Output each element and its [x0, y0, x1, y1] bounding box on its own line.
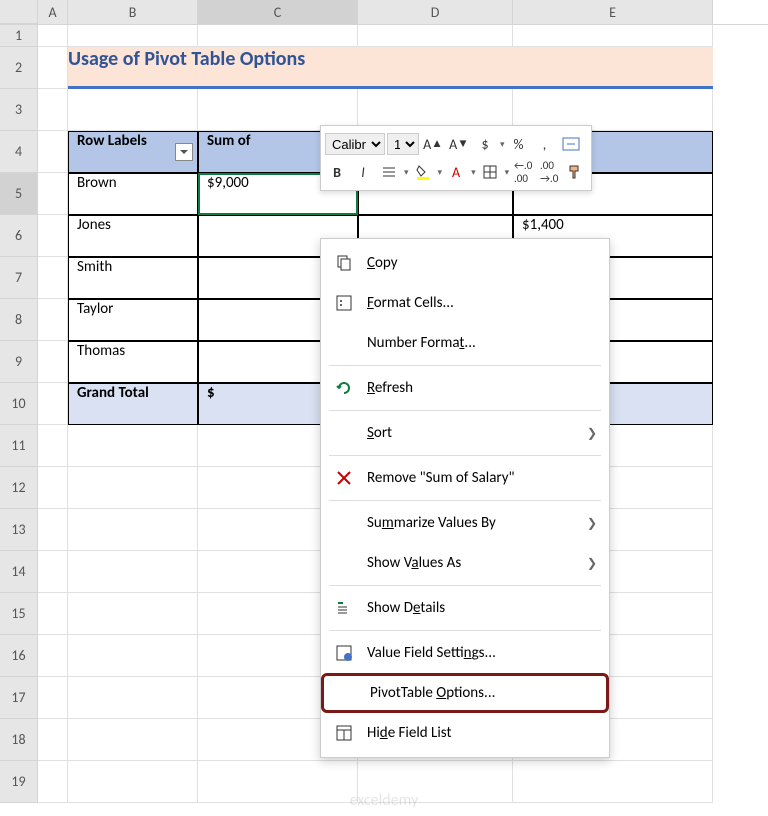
menu-remove[interactable]: Remove "Sum of Salary": [321, 458, 609, 498]
row-header-6[interactable]: 6: [0, 215, 38, 257]
hide-field-icon: [331, 720, 357, 746]
filter-dropdown-icon[interactable]: [175, 143, 193, 161]
pivot-label-brown[interactable]: Brown: [68, 173, 198, 215]
font-select[interactable]: Calibri: [325, 133, 385, 155]
increase-decimal-icon[interactable]: ←.0.00: [511, 160, 535, 184]
col-header-c[interactable]: C: [198, 0, 358, 24]
grand-total-label[interactable]: Grand Total: [68, 383, 198, 425]
row-header-7[interactable]: 7: [0, 257, 38, 299]
menu-show-details[interactable]: Show Details: [321, 588, 609, 628]
row-header-15[interactable]: 15: [0, 593, 38, 635]
row-header-10[interactable]: 10: [0, 383, 38, 425]
submenu-arrow-icon: ❯: [587, 426, 597, 441]
row-header-11[interactable]: 11: [0, 425, 38, 467]
col-header-a[interactable]: A: [38, 0, 68, 24]
merge-icon[interactable]: [559, 132, 583, 156]
row-header-14[interactable]: 14: [0, 551, 38, 593]
col-header-d[interactable]: D: [358, 0, 513, 24]
row-header-4[interactable]: 4: [0, 131, 38, 173]
menu-hide-field[interactable]: Hide Field List: [321, 713, 609, 753]
currency-icon[interactable]: $: [473, 132, 497, 156]
align-icon[interactable]: [377, 160, 401, 184]
copy-icon: [331, 250, 357, 276]
select-all-corner[interactable]: [0, 0, 38, 24]
context-menu: Copy Format Cells... Number Format... Re…: [320, 238, 610, 758]
menu-summarize[interactable]: Summarize Values By❯: [321, 503, 609, 543]
row-header-13[interactable]: 13: [0, 509, 38, 551]
pivot-label-taylor[interactable]: Taylor: [68, 299, 198, 341]
italic-button[interactable]: I: [351, 160, 375, 184]
show-details-icon: [331, 595, 357, 621]
increase-font-icon[interactable]: A▲: [421, 132, 445, 156]
row-header-2[interactable]: 2: [0, 47, 38, 89]
menu-pivot-options[interactable]: PivotTable Options...: [321, 673, 609, 713]
pivot-label-jones[interactable]: Jones: [68, 215, 198, 257]
row-header-9[interactable]: 9: [0, 341, 38, 383]
submenu-arrow-icon: ❯: [587, 556, 597, 571]
row-header-18[interactable]: 18: [0, 719, 38, 761]
menu-format-cells[interactable]: Format Cells...: [321, 283, 609, 323]
fill-color-icon[interactable]: [411, 160, 435, 184]
submenu-arrow-icon: ❯: [587, 516, 597, 531]
format-cells-icon: [331, 290, 357, 316]
menu-number-format[interactable]: Number Format...: [321, 323, 609, 363]
bold-button[interactable]: B: [325, 160, 349, 184]
row-2: 2 Usage of Pivot Table Options: [0, 47, 768, 89]
pivot-label-thomas[interactable]: Thomas: [68, 341, 198, 383]
menu-show-as[interactable]: Show Values As❯: [321, 543, 609, 583]
refresh-icon: [331, 375, 357, 401]
pivot-row-labels-header[interactable]: Row Labels: [68, 131, 198, 173]
row-header-1[interactable]: 1: [0, 25, 38, 47]
title-cell: Usage of Pivot Table Options: [68, 47, 713, 86]
menu-copy[interactable]: Copy: [321, 243, 609, 283]
watermark: exceldemy: [350, 791, 419, 810]
row-header-8[interactable]: 8: [0, 299, 38, 341]
row-header-17[interactable]: 17: [0, 677, 38, 719]
row-header-12[interactable]: 12: [0, 467, 38, 509]
percent-icon[interactable]: %: [507, 132, 531, 156]
menu-sort[interactable]: Sort❯: [321, 413, 609, 453]
font-size-select[interactable]: 11: [387, 133, 419, 155]
mini-toolbar: Calibri 11 A▲ A▼ $▾ % , B I ▾ ▾ A▾ ▾ ←.0…: [320, 125, 592, 191]
col-header-e[interactable]: E: [513, 0, 713, 24]
font-color-icon[interactable]: A: [444, 160, 468, 184]
column-headers: A B C D E: [0, 0, 768, 25]
menu-value-field[interactable]: Value Field Settings...: [321, 633, 609, 673]
col-header-b[interactable]: B: [68, 0, 198, 24]
row-header-5[interactable]: 5: [0, 173, 38, 215]
row-header-16[interactable]: 16: [0, 635, 38, 677]
comma-icon[interactable]: ,: [533, 132, 557, 156]
decrease-font-icon[interactable]: A▼: [447, 132, 471, 156]
row-header-3[interactable]: 3: [0, 89, 38, 131]
row-header-19[interactable]: 19: [0, 761, 38, 803]
menu-refresh[interactable]: Refresh: [321, 368, 609, 408]
decrease-decimal-icon[interactable]: .00→.0: [537, 160, 561, 184]
remove-icon: [331, 465, 357, 491]
value-field-icon: [331, 640, 357, 666]
pivot-label-smith[interactable]: Smith: [68, 257, 198, 299]
borders-icon[interactable]: [478, 160, 502, 184]
row-1: 1: [0, 25, 768, 47]
format-painter-icon[interactable]: [563, 160, 587, 184]
